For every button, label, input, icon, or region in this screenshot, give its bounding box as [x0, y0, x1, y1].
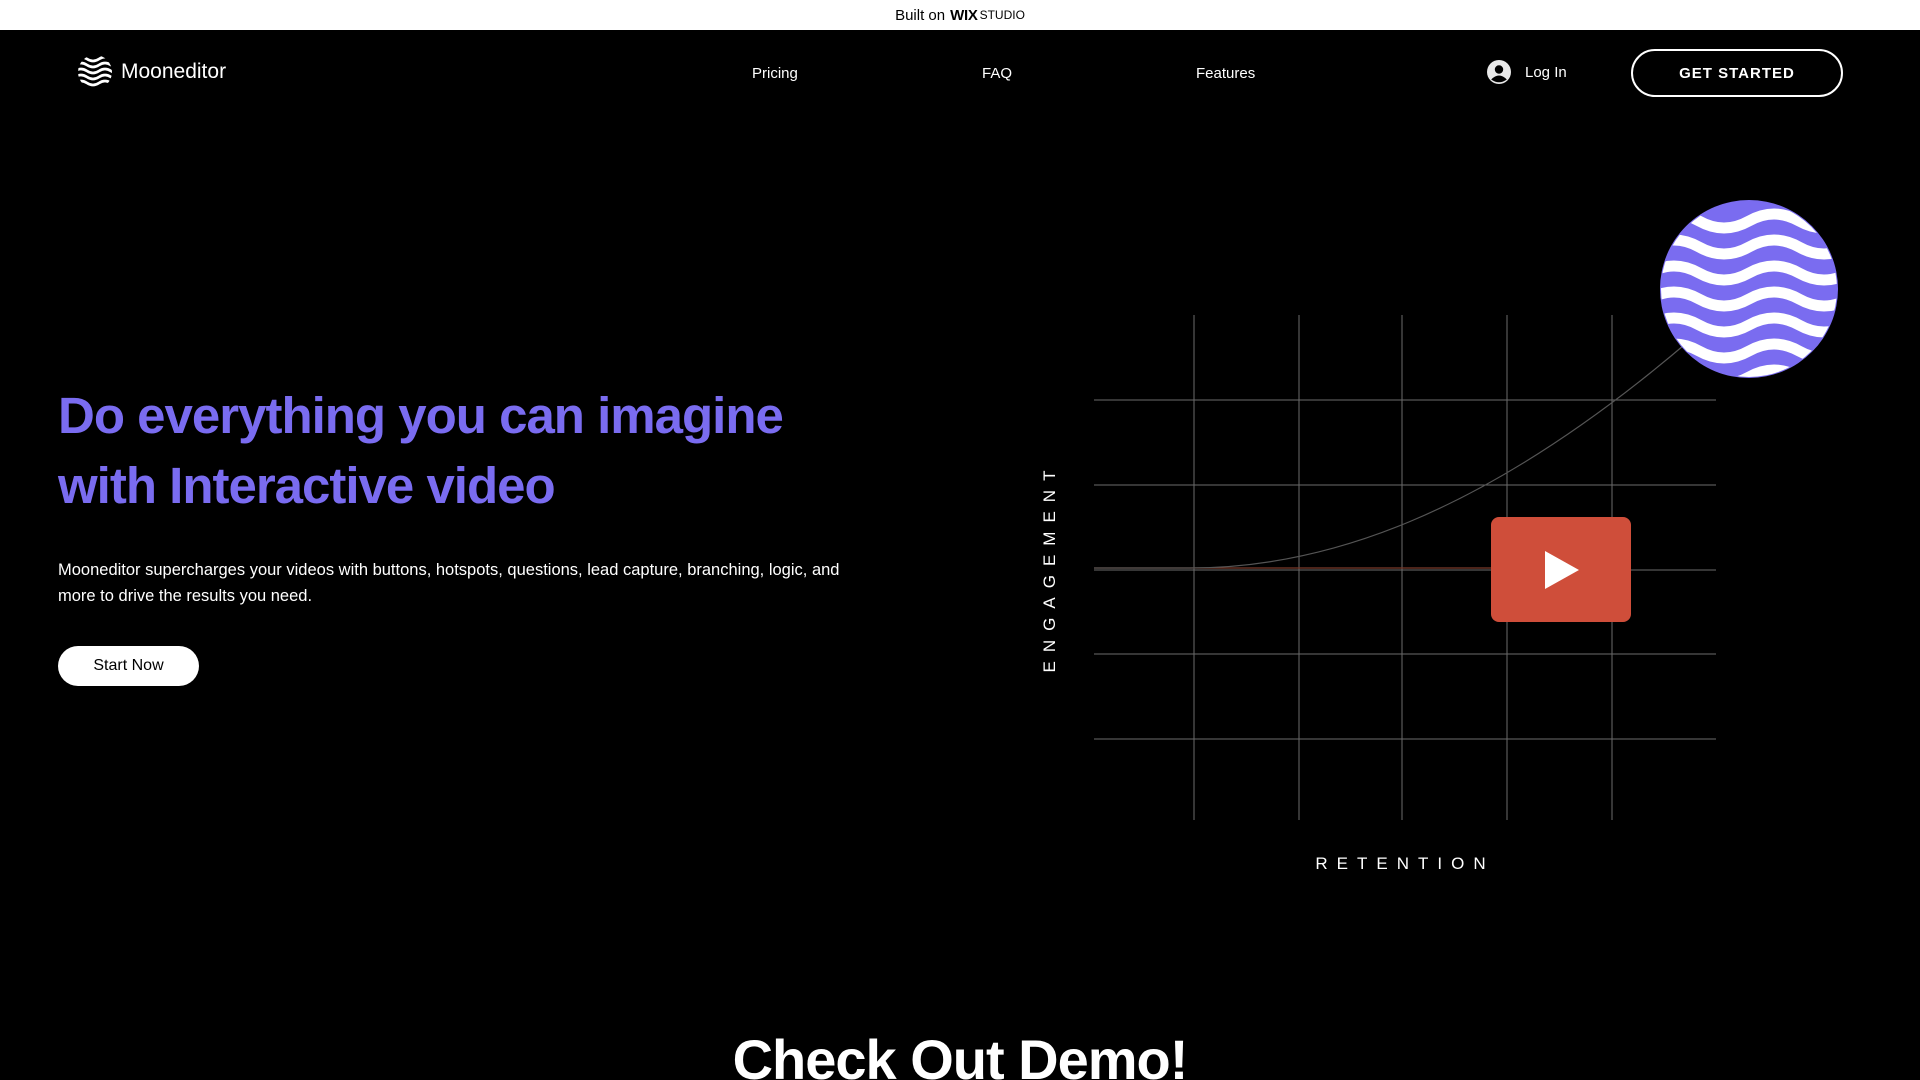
user-avatar-icon	[1487, 60, 1511, 84]
wix-brand: WIX	[950, 6, 978, 24]
retention-axis-label: RETENTION	[1315, 854, 1495, 873]
wave-logo-icon	[78, 55, 112, 87]
hero-description: Mooneditor supercharges your videos with…	[58, 557, 888, 609]
hero-title-line-2: with Interactive video	[58, 457, 556, 514]
nav-link-features[interactable]: Features	[1196, 65, 1255, 82]
brand-name: Mooneditor	[121, 60, 227, 83]
play-icon	[1545, 550, 1579, 589]
wix-brand-suffix: STUDIO	[979, 8, 1025, 22]
wave-badge-icon	[1660, 200, 1838, 378]
hero-description-line-2: more to drive the results you need.	[58, 587, 313, 605]
nav-link-faq[interactable]: FAQ	[982, 65, 1012, 82]
video-play-button[interactable]	[1491, 517, 1631, 622]
wix-banner[interactable]: Built on WIX STUDIO	[0, 0, 1920, 30]
login-label: Log In	[1525, 63, 1567, 81]
engagement-axis-label: ENGAGEMENT	[1040, 461, 1059, 673]
hero-description-line-1: Mooneditor supercharges your videos with…	[58, 561, 840, 579]
nav-link-pricing[interactable]: Pricing	[752, 65, 798, 82]
login-button[interactable]: Log In	[1487, 60, 1567, 84]
start-now-button[interactable]: Start Now	[58, 646, 199, 686]
demo-section-title: Check Out Demo!	[732, 1028, 1189, 1080]
engagement-grid-graphic	[1094, 315, 1716, 820]
site-logo[interactable]: Mooneditor	[77, 54, 226, 90]
hero-title: Do everything you can imagine with Inter…	[58, 381, 858, 521]
get-started-button[interactable]: GET STARTED	[1631, 49, 1843, 97]
hero-title-line-1: Do everything you can imagine	[58, 387, 784, 444]
site-header: Mooneditor Pricing FAQ Features Log In G…	[0, 30, 1920, 116]
wix-banner-prefix: Built on	[895, 6, 946, 24]
